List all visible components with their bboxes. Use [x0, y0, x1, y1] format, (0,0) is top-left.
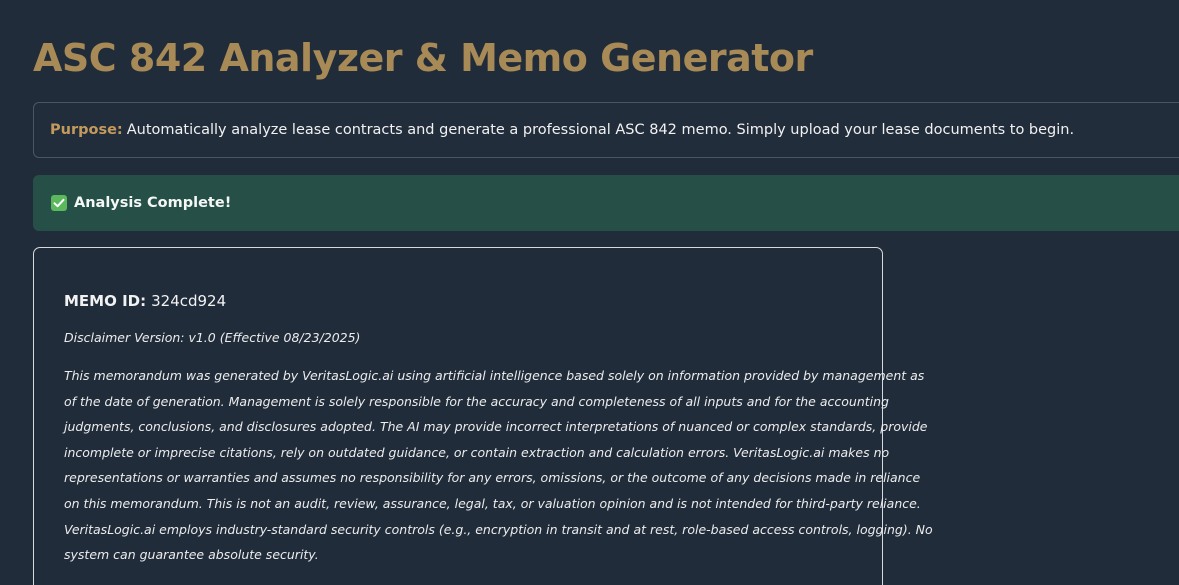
- page-title: ASC 842 Analyzer & Memo Generator: [33, 36, 813, 80]
- memo-card: MEMO ID: 324cd924 Disclaimer Version: v1.…: [33, 247, 933, 585]
- disclaimer-text: This memorandum was generated by Veritas…: [64, 363, 933, 568]
- app-page: ASC 842 Analyzer & Memo Generator Purpos…: [0, 0, 1179, 585]
- memo-id-value: 324cd924: [151, 292, 227, 310]
- memo-id-label: MEMO ID:: [64, 292, 147, 310]
- disclaimer-line: on this memorandum. This is not an audit…: [64, 495, 921, 511]
- memo-id: MEMO ID: 324cd924: [64, 292, 226, 310]
- disclaimer-version: Disclaimer Version: v1.0 (Effective 08/2…: [64, 330, 361, 345]
- disclaimer-line: system can guarantee absolute security.: [64, 547, 319, 563]
- purpose-info-box: Purpose: Automatically analyze lease con…: [33, 102, 1179, 158]
- disclaimer-line: This memorandum was generated by Veritas…: [64, 368, 925, 383]
- disclaimer-line: judgments, conclusions, and disclosures …: [64, 419, 928, 435]
- disclaimer-line: incomplete or imprecise citations, rely …: [64, 444, 890, 460]
- analysis-complete-alert: Analysis Complete!: [33, 175, 1179, 231]
- disclaimer-line: representations or warranties and assume…: [64, 470, 921, 486]
- disclaimer-line: of the date of generation. Management is…: [64, 393, 889, 409]
- purpose-label: Purpose:: [50, 122, 123, 138]
- analysis-complete-text: Analysis Complete!: [74, 195, 232, 211]
- check-mark-button-icon: [51, 195, 67, 211]
- purpose-text: Automatically analyze lease contracts an…: [126, 122, 1075, 138]
- disclaimer-line: VeritasLogic.ai employs industry-standar…: [64, 521, 933, 537]
